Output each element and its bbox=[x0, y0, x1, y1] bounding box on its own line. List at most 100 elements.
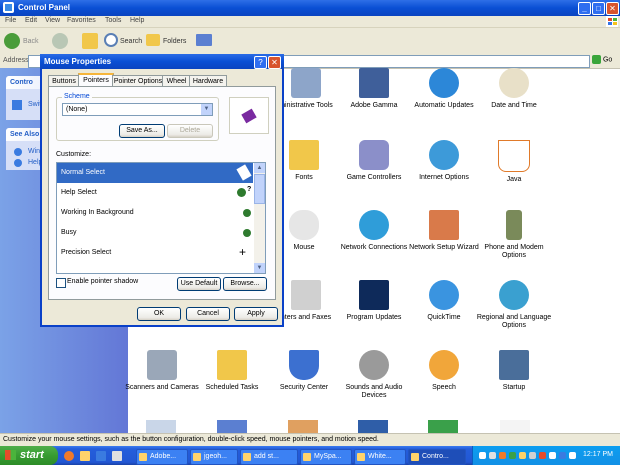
window-title-bar: Control Panel _ □ ✕ bbox=[0, 0, 620, 16]
pointer-preview bbox=[229, 97, 269, 134]
cp-item-date-and-time[interactable]: Date and Time bbox=[474, 68, 554, 110]
maximize-button[interactable]: □ bbox=[592, 2, 605, 15]
menu-favorites[interactable]: Favorites bbox=[67, 17, 96, 24]
cp-item-java[interactable]: Java bbox=[474, 140, 554, 184]
scheme-select[interactable]: (None) ▼ bbox=[62, 103, 213, 116]
firefox-quicklaunch-icon[interactable] bbox=[64, 451, 74, 461]
cp-item-regional-and-language[interactable]: Regional and Language Options bbox=[474, 280, 554, 330]
use-default-button[interactable]: Use Default bbox=[177, 277, 221, 291]
minimize-button[interactable]: _ bbox=[578, 2, 591, 15]
cp-item-adobe-gamma[interactable]: Adobe Gamma bbox=[334, 68, 414, 110]
volume-icon[interactable] bbox=[569, 452, 576, 459]
cp-item-automatic-updates[interactable]: Automatic Updates bbox=[404, 68, 484, 110]
save-as-button[interactable]: Save As... bbox=[119, 124, 165, 138]
task-control-panel[interactable]: Contro... bbox=[408, 449, 466, 465]
scroll-down-arrow-icon[interactable]: ▼ bbox=[254, 263, 265, 273]
cp-item-network-setup-wizard[interactable]: Network Setup Wizard bbox=[404, 210, 484, 252]
adobe-gamma-icon bbox=[359, 68, 389, 98]
cp-item-game-controllers[interactable]: Game Controllers bbox=[334, 140, 414, 182]
quicklaunch-icon-4[interactable] bbox=[112, 451, 122, 461]
cp-item-startup[interactable]: Startup bbox=[474, 350, 554, 392]
menu-help[interactable]: Help bbox=[130, 17, 144, 24]
partial-icon-4 bbox=[358, 420, 388, 433]
cp-item-phone-and-modem[interactable]: Phone and Modem Options bbox=[474, 210, 554, 260]
list-item[interactable]: Help Select ? bbox=[57, 183, 253, 203]
delete-button[interactable]: Delete bbox=[167, 124, 213, 138]
forward-arrow-icon[interactable] bbox=[52, 33, 68, 49]
tray-icon-9[interactable] bbox=[559, 452, 566, 459]
show-desktop-quicklaunch-icon[interactable] bbox=[96, 451, 106, 461]
cp-item-security-center[interactable]: Security Center bbox=[264, 350, 344, 392]
cp-item-program-updates[interactable]: Program Updates bbox=[334, 280, 414, 322]
chevron-down-icon[interactable]: ▼ bbox=[201, 104, 212, 115]
normal-select-cursor-icon bbox=[236, 164, 252, 181]
cp-item-scanners-and-cameras[interactable]: Scanners and Cameras bbox=[122, 350, 202, 392]
search-button[interactable]: Search bbox=[120, 38, 142, 45]
cp-item-quicktime[interactable]: QuickTime bbox=[404, 280, 484, 322]
search-icon[interactable] bbox=[104, 33, 118, 47]
cp-item-scheduled-tasks[interactable]: Scheduled Tasks bbox=[192, 350, 272, 392]
tray-icon-6[interactable] bbox=[529, 452, 536, 459]
speech-icon bbox=[429, 350, 459, 380]
dialog-close-button[interactable]: ✕ bbox=[268, 56, 281, 69]
cp-item-sounds-and-audio[interactable]: Sounds and Audio Devices bbox=[334, 350, 414, 400]
task-myspa[interactable]: MySpa... bbox=[300, 449, 352, 465]
list-item[interactable]: Precision Select + bbox=[57, 243, 253, 263]
tray-icon-1[interactable] bbox=[479, 452, 486, 459]
adobe-task-icon bbox=[139, 453, 147, 461]
partial-icon-3 bbox=[288, 420, 318, 433]
tray-icon-8[interactable] bbox=[549, 452, 556, 459]
apply-button[interactable]: Apply bbox=[234, 307, 278, 321]
close-button[interactable]: ✕ bbox=[606, 2, 619, 15]
folders-icon[interactable] bbox=[146, 34, 160, 46]
control-panel-task-icon bbox=[411, 453, 419, 461]
task-white[interactable]: White... bbox=[354, 449, 406, 465]
cancel-button[interactable]: Cancel bbox=[186, 307, 230, 321]
scroll-up-arrow-icon[interactable]: ▲ bbox=[254, 163, 265, 173]
list-item[interactable]: Working In Background bbox=[57, 203, 253, 223]
explorer-quicklaunch-icon[interactable] bbox=[80, 451, 90, 461]
date-time-icon bbox=[499, 68, 529, 98]
tray-icon-5[interactable] bbox=[519, 452, 526, 459]
help-icon bbox=[14, 159, 22, 167]
tray-icon-7[interactable] bbox=[539, 452, 546, 459]
cp-item-network-connections[interactable]: Network Connections bbox=[334, 210, 414, 252]
pointer-list-scrollbar[interactable]: ▲ ▼ bbox=[254, 163, 265, 273]
tray-icon-2[interactable] bbox=[489, 452, 496, 459]
scroll-thumb[interactable] bbox=[254, 174, 265, 204]
back-arrow-icon[interactable] bbox=[4, 33, 20, 49]
list-item[interactable]: Busy bbox=[57, 223, 253, 243]
tray-icon-4[interactable] bbox=[509, 452, 516, 459]
clock[interactable]: 12:17 PM bbox=[583, 451, 613, 458]
go-button[interactable]: Go bbox=[592, 55, 618, 66]
scheme-label: Scheme bbox=[62, 93, 92, 100]
pointer-list[interactable]: Normal Select Help Select ? Working In B… bbox=[56, 162, 266, 274]
back-button[interactable]: Back bbox=[23, 38, 39, 45]
cp-item-speech[interactable]: Speech bbox=[404, 350, 484, 392]
menu-file[interactable]: File bbox=[5, 17, 16, 24]
ok-button[interactable]: OK bbox=[137, 307, 181, 321]
dialog-help-button[interactable]: ? bbox=[254, 56, 267, 69]
menu-edit[interactable]: Edit bbox=[25, 17, 37, 24]
browse-button[interactable]: Browse... bbox=[223, 277, 267, 291]
pointer-shadow-label[interactable]: Enable pointer shadow bbox=[67, 278, 138, 285]
task-adobe[interactable]: Adobe... bbox=[136, 449, 188, 465]
menu-view[interactable]: View bbox=[45, 17, 60, 24]
folders-button[interactable]: Folders bbox=[163, 38, 186, 45]
switch-view-icon bbox=[12, 100, 22, 110]
menu-bar: File Edit View Favorites Tools Help bbox=[0, 16, 620, 28]
pointer-shadow-checkbox[interactable] bbox=[56, 278, 66, 288]
scanners-cameras-icon bbox=[147, 350, 177, 380]
task-jgeoh[interactable]: jgeoh... bbox=[190, 449, 238, 465]
cp-item-internet-options[interactable]: Internet Options bbox=[404, 140, 484, 182]
task-add-st[interactable]: add st... bbox=[240, 449, 298, 465]
sounds-audio-icon bbox=[359, 350, 389, 380]
tray-icon-3[interactable] bbox=[499, 452, 506, 459]
list-item[interactable]: Normal Select bbox=[57, 163, 253, 183]
windows-flag-icon bbox=[5, 450, 16, 460]
up-folder-icon[interactable] bbox=[82, 33, 98, 49]
fonts-icon bbox=[289, 140, 319, 170]
views-icon[interactable] bbox=[196, 34, 212, 46]
menu-tools[interactable]: Tools bbox=[105, 17, 121, 24]
start-button[interactable]: start bbox=[0, 446, 58, 465]
